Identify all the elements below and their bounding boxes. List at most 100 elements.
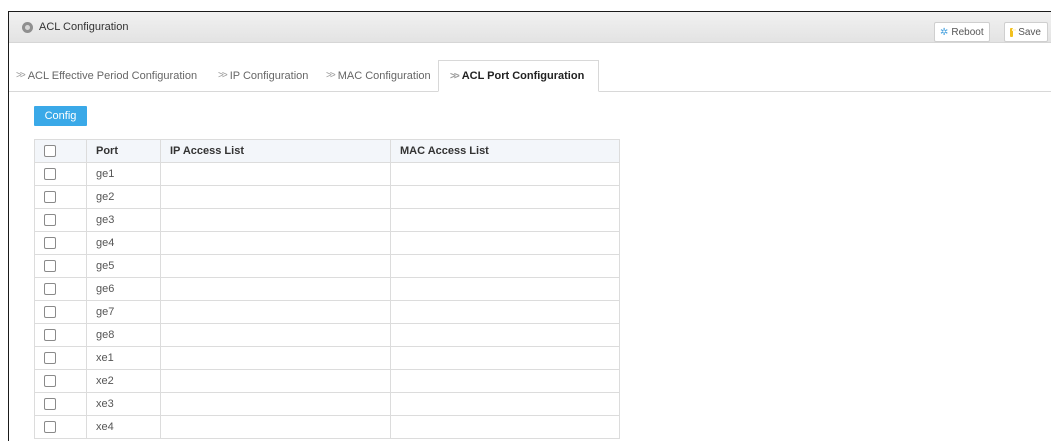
settings-circle-icon — [22, 21, 33, 33]
port-cell: ge1 — [86, 162, 161, 186]
row-checkbox[interactable] — [44, 329, 56, 342]
row-select-cell — [34, 185, 87, 209]
tab-ip-configuration[interactable]: >> IP Configuration — [218, 60, 308, 91]
mac-access-list-cell — [390, 300, 620, 324]
port-cell: ge2 — [86, 185, 161, 209]
reboot-icon: ✲ — [940, 26, 949, 38]
column-header-ip-access-list[interactable]: IP Access List — [160, 139, 391, 163]
table-row[interactable]: ge4 — [34, 231, 620, 255]
row-checkbox[interactable] — [44, 168, 56, 181]
port-cell: ge4 — [86, 231, 161, 255]
ip-access-list-cell — [160, 392, 391, 416]
ip-access-list-cell — [160, 277, 391, 301]
tab-label: ACL Port Configuration — [461, 70, 585, 82]
row-select-cell — [34, 369, 87, 393]
chevron-right-icon: >> — [326, 70, 336, 81]
mac-access-list-cell — [390, 185, 620, 209]
table-row[interactable]: ge3 — [34, 208, 620, 232]
title-bar: ACL Configuration ✲ Reboot Save — [9, 12, 1051, 43]
ip-access-list-cell — [160, 323, 391, 347]
ip-access-list-cell — [160, 369, 391, 393]
row-checkbox[interactable] — [44, 421, 56, 434]
port-cell: xe3 — [86, 392, 161, 416]
mac-access-list-cell — [390, 231, 620, 255]
ip-access-list-cell — [160, 162, 391, 186]
ip-access-list-cell — [160, 208, 391, 232]
table-row[interactable]: ge5 — [34, 254, 620, 278]
row-select-cell — [34, 300, 87, 324]
table-row[interactable]: ge2 — [34, 185, 620, 209]
ip-access-list-cell — [160, 185, 391, 209]
tab-acl-effective-period[interactable]: >> ACL Effective Period Configuration — [16, 60, 197, 91]
table-row[interactable]: ge8 — [34, 323, 620, 347]
row-checkbox[interactable] — [44, 191, 56, 204]
table-row[interactable]: xe4 — [34, 415, 620, 439]
table-row[interactable]: ge6 — [34, 277, 620, 301]
port-cell: ge8 — [86, 323, 161, 347]
port-cell: xe4 — [86, 415, 161, 439]
row-checkbox[interactable] — [44, 352, 56, 365]
row-checkbox[interactable] — [44, 260, 56, 273]
table-row[interactable]: xe2 — [34, 369, 620, 393]
select-all-cell — [34, 139, 87, 163]
tab-label: MAC Configuration — [337, 69, 431, 82]
row-select-cell — [34, 392, 87, 416]
port-cell: ge6 — [86, 277, 161, 301]
port-cell: xe2 — [86, 369, 161, 393]
mac-access-list-cell — [390, 415, 620, 439]
tab-acl-port-configuration[interactable]: >> ACL Port Configuration — [438, 60, 600, 92]
app-frame: ACL Configuration ✲ Reboot Save >> ACL E… — [8, 11, 1051, 441]
port-cell: ge5 — [86, 254, 161, 278]
ip-access-list-cell — [160, 231, 391, 255]
row-checkbox[interactable] — [44, 237, 56, 250]
table-row[interactable]: ge1 — [34, 162, 620, 186]
mac-access-list-cell — [390, 208, 620, 232]
reboot-button[interactable]: ✲ Reboot — [934, 22, 990, 42]
save-button[interactable]: Save — [1004, 22, 1048, 42]
mac-access-list-cell — [390, 254, 620, 278]
chevron-right-icon: >> — [218, 70, 228, 81]
column-header-mac-access-list[interactable]: MAC Access List — [390, 139, 620, 163]
table-row[interactable]: xe1 — [34, 346, 620, 370]
mac-access-list-cell — [390, 323, 620, 347]
table-row[interactable]: xe3 — [34, 392, 620, 416]
reboot-label: Reboot — [951, 26, 984, 38]
tab-mac-configuration[interactable]: >> MAC Configuration — [326, 60, 431, 91]
row-checkbox[interactable] — [44, 375, 56, 388]
table-body: ge1 ge2 ge3 ge4 ge5 ge6 ge7 ge8 xe1 xe2 xe3 xe4 — [34, 162, 620, 439]
port-cell: ge3 — [86, 208, 161, 232]
config-button[interactable]: Config — [34, 106, 87, 126]
row-checkbox[interactable] — [44, 398, 56, 411]
table-header-row: Port IP Access List MAC Access List — [34, 139, 620, 163]
row-select-cell — [34, 277, 87, 301]
row-select-cell — [34, 208, 87, 232]
ip-access-list-cell — [160, 300, 391, 324]
select-all-checkbox[interactable] — [44, 145, 56, 158]
table-row[interactable]: ge7 — [34, 300, 620, 324]
port-cell: xe1 — [86, 346, 161, 370]
column-header-port[interactable]: Port — [86, 139, 161, 163]
tab-label: ACL Effective Period Configuration — [27, 69, 198, 82]
save-label: Save — [1018, 26, 1041, 38]
row-select-cell — [34, 346, 87, 370]
row-checkbox[interactable] — [44, 306, 56, 319]
row-checkbox[interactable] — [44, 283, 56, 296]
chevron-right-icon: >> — [16, 70, 26, 81]
ip-access-list-cell — [160, 346, 391, 370]
ip-access-list-cell — [160, 254, 391, 278]
mac-access-list-cell — [390, 162, 620, 186]
mac-access-list-cell — [390, 392, 620, 416]
mac-access-list-cell — [390, 369, 620, 393]
row-checkbox[interactable] — [44, 214, 56, 227]
row-select-cell — [34, 254, 87, 278]
port-cell: ge7 — [86, 300, 161, 324]
ip-access-list-cell — [160, 415, 391, 439]
row-select-cell — [34, 415, 87, 439]
page-title: ACL Configuration — [39, 21, 129, 33]
acl-port-table: Port IP Access List MAC Access List ge1 g… — [34, 139, 620, 439]
tab-bar: >> ACL Effective Period Configuration >>… — [9, 60, 1051, 92]
save-icon — [1010, 27, 1017, 37]
mac-access-list-cell — [390, 346, 620, 370]
row-select-cell — [34, 162, 87, 186]
mac-access-list-cell — [390, 277, 620, 301]
